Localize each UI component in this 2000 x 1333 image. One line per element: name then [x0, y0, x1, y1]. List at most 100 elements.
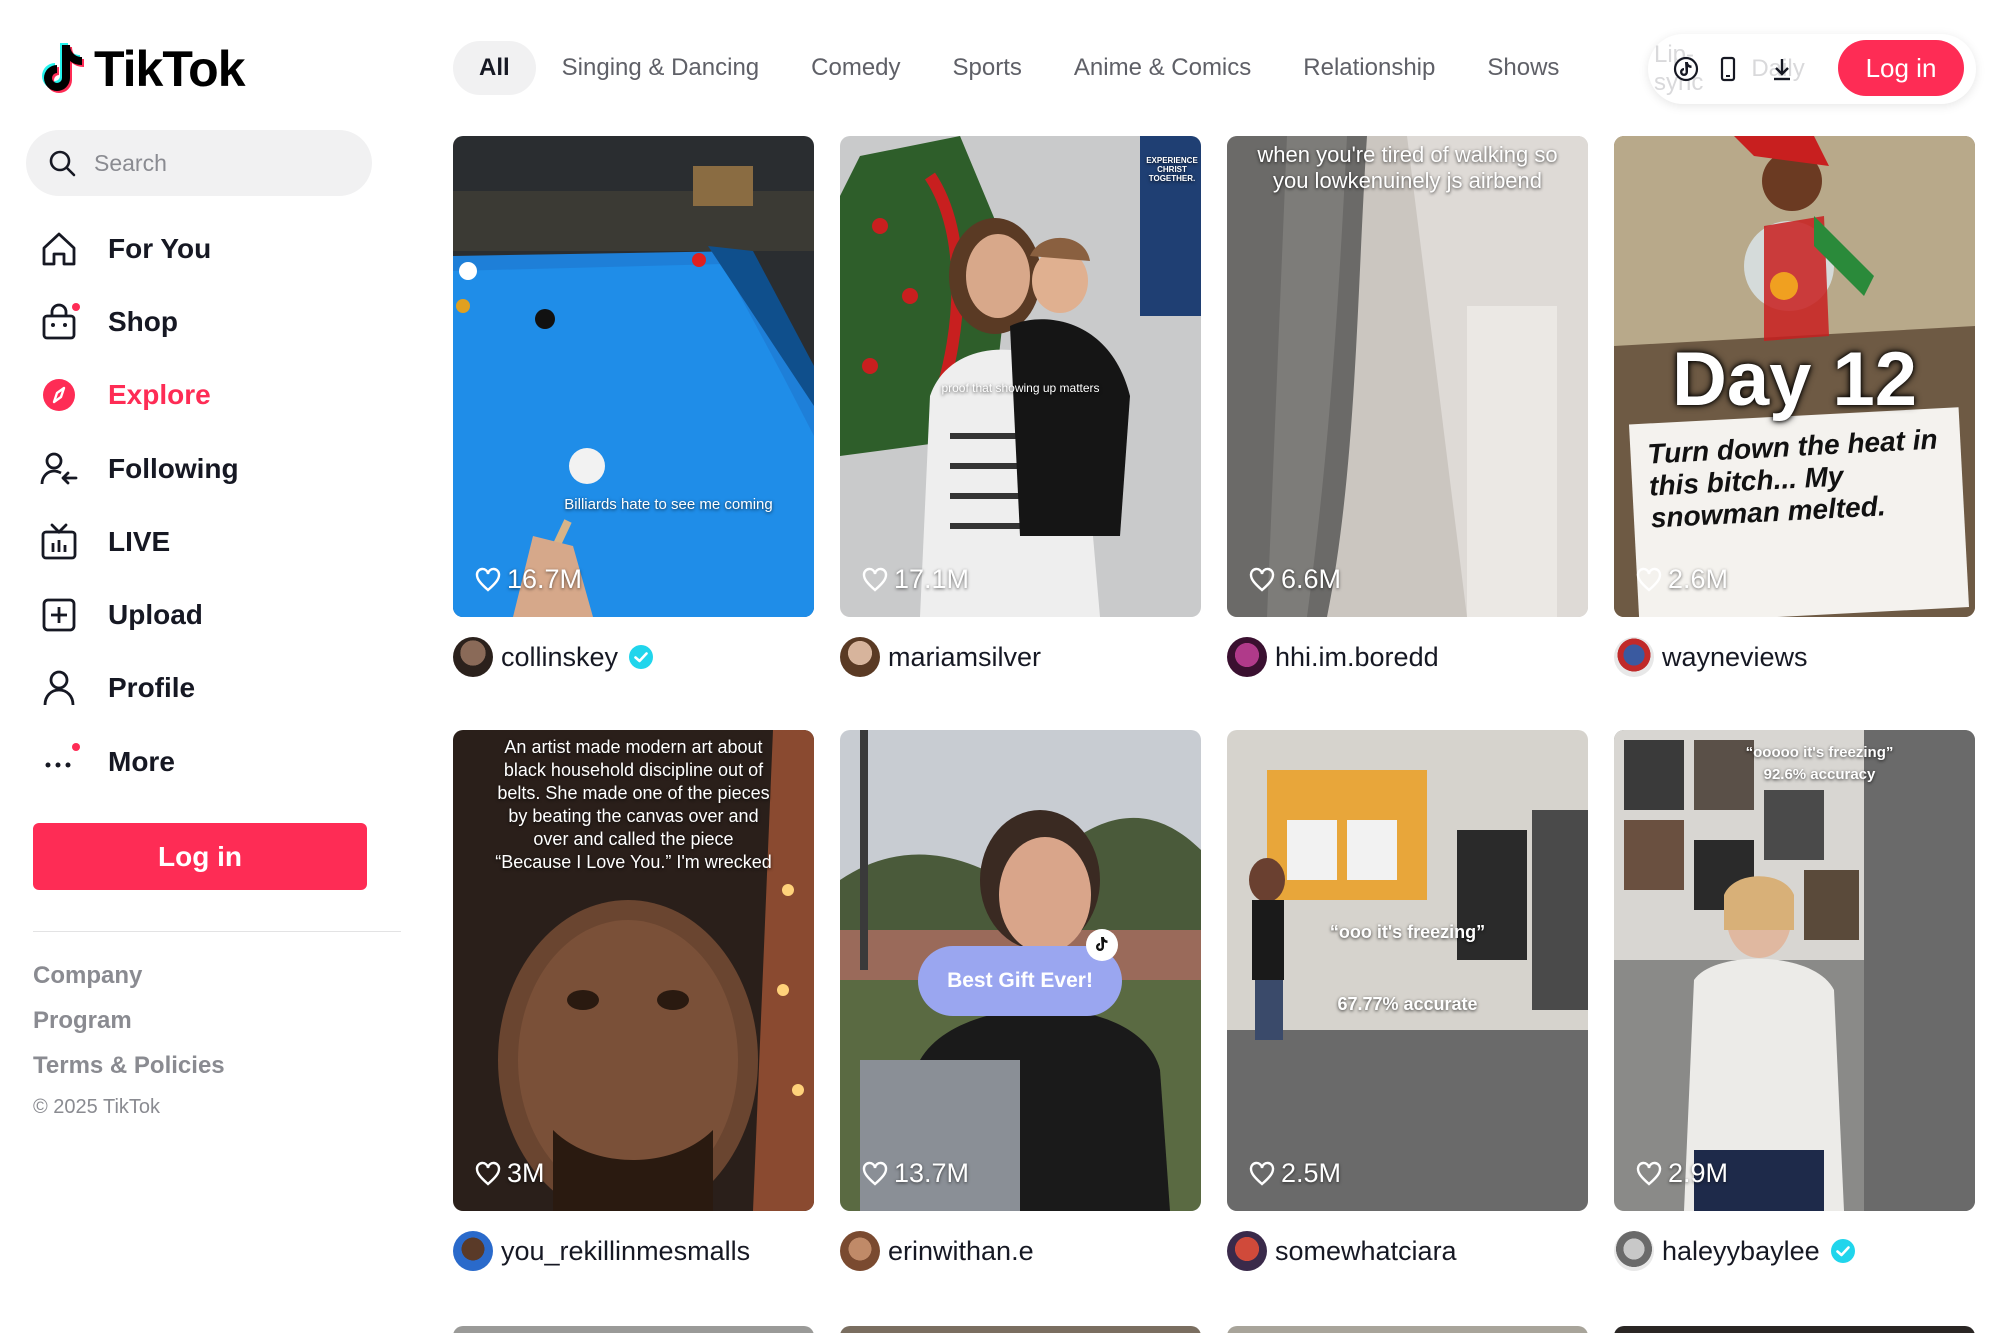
author-row[interactable]: you_rekillinmesmalls — [453, 1231, 814, 1271]
category-chip-comedy[interactable]: Comedy — [785, 41, 926, 95]
video-card[interactable]: An artist made modern art about black ho… — [453, 730, 814, 1271]
tiktok-note-logo-icon — [42, 43, 84, 93]
category-chip-all[interactable]: All — [453, 41, 536, 95]
category-chip-singing-dancing[interactable]: Singing & Dancing — [536, 41, 785, 95]
heart-icon — [1249, 1161, 1275, 1186]
username[interactable]: hhi.im.boredd — [1275, 642, 1439, 673]
video-thumbnail[interactable]: “ooooo it's freezing” 92.6% accuracy 2.9… — [1614, 730, 1975, 1211]
avatar[interactable] — [453, 637, 493, 677]
nav-item-more[interactable]: More — [26, 725, 396, 798]
username[interactable]: somewhatciara — [1275, 1236, 1457, 1267]
like-count: 2.6M — [1636, 564, 1728, 595]
avatar[interactable] — [1614, 637, 1654, 677]
like-count-value: 2.5M — [1281, 1158, 1342, 1188]
like-count-value: 2.9M — [1668, 1158, 1729, 1188]
video-card[interactable]: when you're tired of walking so you lowk… — [1227, 136, 1588, 677]
sidebar-login-button[interactable]: Log in — [33, 823, 367, 890]
video-thumbnail[interactable]: proof that showing up matters EXPERIENCE… — [840, 136, 1201, 617]
more-dots-icon — [38, 741, 80, 783]
nav-item-explore[interactable]: Explore — [26, 359, 396, 432]
username[interactable]: haleyybaylee — [1662, 1236, 1820, 1267]
like-count-value: 6.6M — [1281, 564, 1342, 594]
search-bar[interactable] — [26, 130, 372, 196]
category-chip-sports[interactable]: Sports — [927, 41, 1048, 95]
video-thumbnail[interactable]: Billiards hate to see me coming 16.7M — [453, 136, 814, 617]
username[interactable]: you_rekillinmesmalls — [501, 1236, 750, 1267]
video-thumbnail[interactable]: An artist made modern art about black ho… — [453, 730, 814, 1211]
category-chip-relationship[interactable]: Relationship — [1277, 41, 1461, 95]
tiktok-logo[interactable]: TikTok — [38, 40, 246, 98]
video-card[interactable]: Billiards hate to see me coming 16.7M co… — [453, 136, 814, 677]
footer-link-terms[interactable]: Terms & Policies — [33, 1048, 225, 1093]
nav-label: For You — [108, 232, 212, 264]
username[interactable]: erinwithan.e — [888, 1236, 1034, 1267]
like-count: 17.1M — [862, 564, 969, 595]
main-nav: For You Shop Explore Following LIVE Uplo… — [26, 212, 396, 798]
like-count: 13.7M — [862, 1158, 969, 1189]
category-chip-shows[interactable]: Shows — [1461, 41, 1585, 95]
nav-item-live[interactable]: LIVE — [26, 505, 396, 578]
brand-name: TikTok — [94, 41, 246, 97]
header-login-button[interactable]: Log in — [1838, 40, 1964, 96]
video-card[interactable]: Day 12 Turn down the heat in this bitch.… — [1614, 136, 1975, 677]
nav-item-profile[interactable]: Profile — [26, 652, 396, 725]
video-thumbnail-partial[interactable] — [1614, 1326, 1975, 1333]
nav-label: Profile — [108, 672, 196, 704]
nav-item-shop[interactable]: Shop — [26, 285, 396, 358]
video-thumbnail[interactable]: when you're tired of walking so you lowk… — [1227, 136, 1588, 617]
like-count: 3M — [475, 1158, 545, 1189]
heart-icon — [475, 567, 501, 592]
avatar[interactable] — [1614, 1231, 1654, 1271]
video-thumbnail[interactable]: Best Gift Ever! 13.7M — [840, 730, 1201, 1211]
author-row[interactable]: haleyybaylee — [1614, 1231, 1975, 1271]
poster-text: EXPERIENCE CHRIST TOGETHER. — [1146, 156, 1198, 183]
author-row[interactable]: erinwithan.e — [840, 1231, 1201, 1271]
upload-icon — [38, 594, 80, 636]
nav-item-for-you[interactable]: For You — [26, 212, 396, 285]
video-card[interactable]: “ooo it's freezing” 67.77% accurate 2.5M… — [1227, 730, 1588, 1271]
video-thumbnail-partial[interactable] — [1227, 1326, 1588, 1333]
category-chip-anime-comics[interactable]: Anime & Comics — [1048, 41, 1277, 95]
phone-icon[interactable] — [1714, 55, 1742, 83]
sign-text: Turn down the heat in this bitch... My s… — [1646, 423, 1939, 534]
footer-link-program[interactable]: Program — [33, 1003, 225, 1048]
video-thumbnail-partial[interactable] — [453, 1326, 814, 1333]
username[interactable]: collinskey — [501, 642, 618, 673]
heart-icon — [862, 1161, 888, 1186]
store-entrance-thumbnail-art — [1227, 730, 1588, 1211]
username[interactable]: wayneviews — [1662, 642, 1808, 673]
avatar[interactable] — [840, 637, 880, 677]
download-icon[interactable] — [1768, 55, 1796, 83]
video-card[interactable]: Best Gift Ever! 13.7M erinwithan.e — [840, 730, 1201, 1271]
author-row[interactable]: hhi.im.boredd — [1227, 637, 1588, 677]
tiktok-coin-icon[interactable] — [1672, 55, 1700, 83]
author-row[interactable]: mariamsilver — [840, 637, 1201, 677]
video-caption: proof that showing up matters — [941, 381, 1100, 395]
video-thumbnail-partial[interactable] — [840, 1326, 1201, 1333]
like-count-value: 2.6M — [1668, 564, 1729, 594]
avatar[interactable] — [453, 1231, 493, 1271]
heart-icon — [1249, 567, 1275, 592]
nav-item-following[interactable]: Following — [26, 432, 396, 505]
avatar[interactable] — [1227, 1231, 1267, 1271]
video-thumbnail[interactable]: “ooo it's freezing” 67.77% accurate 2.5M — [1227, 730, 1588, 1211]
shopping-bag-icon — [38, 301, 80, 343]
video-card[interactable]: “ooooo it's freezing” 92.6% accuracy 2.9… — [1614, 730, 1975, 1271]
like-count-value: 16.7M — [507, 564, 583, 594]
username[interactable]: mariamsilver — [888, 642, 1041, 673]
avatar[interactable] — [1227, 637, 1267, 677]
search-input[interactable] — [94, 149, 354, 177]
photo-wall-thumbnail-art — [1614, 730, 1975, 1211]
video-card[interactable]: proof that showing up matters EXPERIENCE… — [840, 136, 1201, 677]
avatar[interactable] — [840, 1231, 880, 1271]
like-count: 2.9M — [1636, 1158, 1728, 1189]
nav-item-upload[interactable]: Upload — [26, 578, 396, 651]
author-row[interactable]: collinskey — [453, 637, 814, 677]
home-icon — [38, 228, 80, 270]
video-thumbnail[interactable]: Day 12 Turn down the heat in this bitch.… — [1614, 136, 1975, 617]
author-row[interactable]: wayneviews — [1614, 637, 1975, 677]
author-row[interactable]: somewhatciara — [1227, 1231, 1588, 1271]
nav-label: Following — [108, 452, 239, 484]
footer-link-company[interactable]: Company — [33, 958, 225, 1003]
like-count: 2.5M — [1249, 1158, 1341, 1189]
